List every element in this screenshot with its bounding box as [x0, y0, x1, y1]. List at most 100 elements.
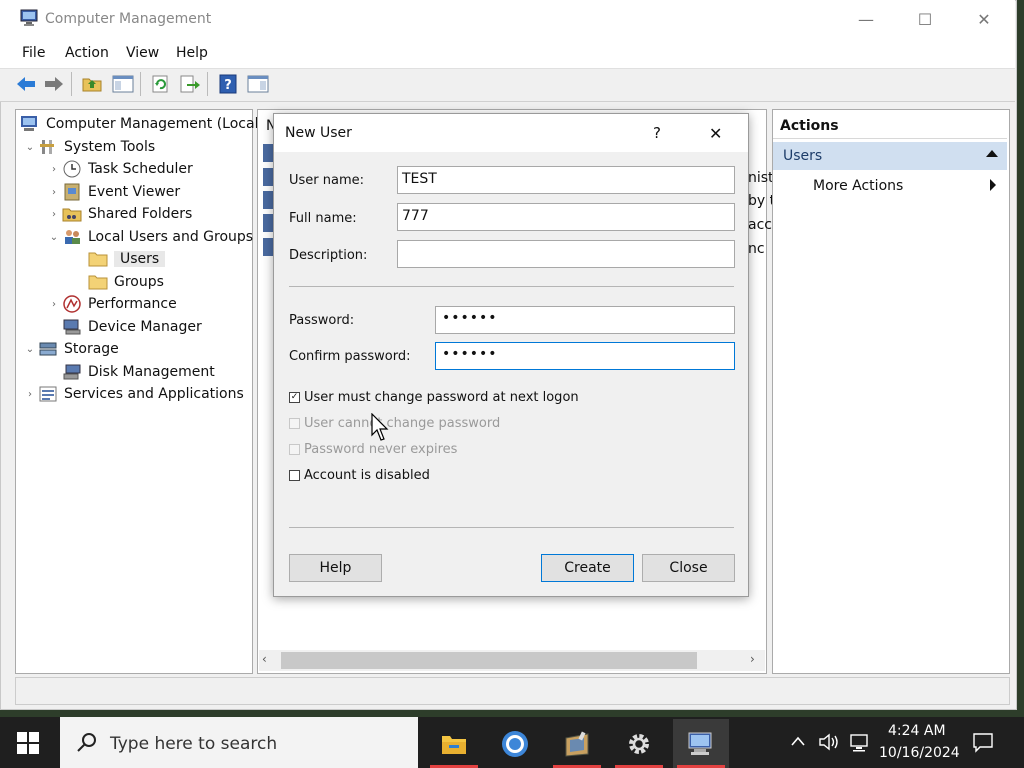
chevron-right-icon[interactable]: ›	[46, 209, 62, 220]
scrollbar-thumb[interactable]	[281, 652, 697, 669]
checkbox-unchecked[interactable]	[289, 469, 300, 481]
help-button[interactable]: Help	[289, 554, 382, 582]
tree-label: Storage	[64, 341, 119, 357]
actions-section-users[interactable]: Users	[773, 142, 1007, 170]
tree-label: System Tools	[64, 139, 156, 155]
show-hide-action-pane-icon[interactable]	[246, 72, 270, 96]
checkbox-label: Account is disabled	[304, 467, 430, 483]
tree-item-disk-management[interactable]: Disk Management	[46, 361, 215, 383]
checkbox-label: User cannot change password	[304, 415, 501, 431]
windows-start-icon[interactable]	[16, 731, 40, 759]
scroll-right-icon[interactable]: ›	[750, 652, 755, 666]
tree-label: Groups	[114, 274, 164, 290]
tree-label-selected: Users	[114, 251, 166, 267]
clock-date[interactable]: 10/16/2024	[879, 745, 960, 761]
chevron-down-icon[interactable]: ⌄	[22, 344, 38, 355]
actions-section-label: Users	[783, 148, 823, 164]
tree-item-groups[interactable]: Groups	[72, 271, 164, 293]
tree-item-services-apps[interactable]: › Services and Applications	[22, 383, 244, 405]
checkbox-label: Password never expires	[304, 441, 458, 457]
svg-text:?: ?	[224, 78, 232, 93]
tree-item-device-manager[interactable]: Device Manager	[46, 316, 202, 338]
console-tree[interactable]: Computer Management (Local) ⌄ System Too…	[15, 109, 264, 674]
tree-item-shared-folders[interactable]: › Shared Folders	[46, 203, 192, 225]
submenu-arrow-icon[interactable]	[990, 179, 996, 191]
confirm-password-field[interactable]: ••••••	[435, 342, 735, 370]
tree-item-system-tools[interactable]: ⌄ System Tools	[22, 136, 155, 158]
confirm-password-label: Confirm password:	[289, 349, 411, 364]
checkbox-label: User must change password at next logon	[304, 389, 579, 405]
tree-item-storage[interactable]: ⌄ Storage	[22, 338, 119, 360]
chrome-icon[interactable]	[487, 719, 543, 768]
password-field[interactable]: ••••••	[435, 306, 735, 334]
forward-arrow-icon[interactable]	[42, 72, 66, 96]
checkbox-checked[interactable]: ✓	[289, 391, 300, 403]
menu-action[interactable]: Action	[65, 45, 109, 61]
fullname-label: Full name:	[289, 211, 357, 226]
chevron-right-icon[interactable]: ›	[46, 299, 62, 310]
description-peek: nist	[748, 170, 774, 186]
description-label: Description:	[289, 248, 368, 263]
export-list-icon[interactable]	[178, 72, 202, 96]
must-change-password-option[interactable]: ✓ User must change password at next logo…	[289, 388, 579, 406]
folder-up-icon[interactable]	[80, 72, 104, 96]
description-peek: nc	[748, 241, 765, 257]
chevron-right-icon[interactable]: ›	[22, 389, 38, 400]
maximize-button[interactable]: ☐	[905, 8, 945, 32]
cannot-change-password-option: User cannot change password	[289, 414, 500, 432]
device-manager-icon	[62, 318, 82, 336]
chevron-down-icon[interactable]: ⌄	[22, 142, 38, 153]
dialog-divider	[289, 527, 734, 528]
performance-icon	[62, 295, 82, 313]
tree-item-local-users-groups[interactable]: ⌄ Local Users and Groups	[46, 226, 253, 248]
tree-item-root[interactable]: Computer Management (Local)	[20, 113, 264, 135]
chevron-down-icon[interactable]: ⌄	[46, 232, 62, 243]
chevron-right-icon[interactable]: ›	[46, 164, 62, 175]
username-field[interactable]: TEST	[397, 166, 735, 194]
more-actions-link[interactable]: More Actions	[813, 178, 903, 194]
tree-label: Event Viewer	[88, 184, 181, 200]
show-hide-console-tree-icon[interactable]	[111, 72, 135, 96]
description-peek: acc	[748, 217, 772, 233]
tray-chevron-up-icon[interactable]	[790, 735, 806, 751]
file-explorer-icon[interactable]	[426, 719, 482, 768]
tree-item-performance[interactable]: › Performance	[46, 293, 177, 315]
dialog-divider	[289, 286, 734, 287]
account-disabled-option[interactable]: Account is disabled	[289, 466, 430, 484]
clock-time[interactable]: 4:24 AM	[888, 723, 946, 739]
minimize-button[interactable]: —	[846, 8, 886, 32]
fullname-field[interactable]: 777	[397, 203, 735, 231]
menu-file[interactable]: File	[22, 45, 45, 61]
network-icon[interactable]	[848, 733, 870, 757]
toolbar-separator	[140, 72, 141, 96]
tree-label: Disk Management	[88, 364, 215, 380]
tree-item-users[interactable]: Users	[72, 248, 166, 270]
create-button[interactable]: Create	[541, 554, 634, 582]
collapse-triangle-icon[interactable]	[986, 150, 998, 157]
refresh-icon[interactable]	[149, 72, 173, 96]
back-arrow-icon[interactable]	[14, 72, 38, 96]
menu-view[interactable]: View	[126, 45, 159, 61]
settings-gear-icon[interactable]	[611, 719, 667, 768]
help-icon[interactable]: ?	[216, 72, 240, 96]
description-field[interactable]	[397, 240, 735, 268]
notification-icon[interactable]	[972, 731, 994, 757]
volume-icon[interactable]	[818, 733, 840, 755]
mouse-cursor-icon	[371, 413, 389, 441]
tree-item-task-scheduler[interactable]: › Task Scheduler	[46, 158, 193, 180]
close-window-button[interactable]: ✕	[964, 8, 1004, 32]
file-manager-icon[interactable]	[549, 719, 605, 768]
menu-help[interactable]: Help	[176, 45, 208, 61]
tree-label: Local Users and Groups	[88, 229, 254, 245]
tree-item-event-viewer[interactable]: › Event Viewer	[46, 181, 180, 203]
checkbox-disabled	[289, 443, 300, 455]
dialog-help-button[interactable]: ?	[653, 124, 661, 142]
chevron-right-icon[interactable]: ›	[46, 187, 62, 198]
tree-label: Device Manager	[88, 319, 202, 335]
disk-management-icon	[62, 363, 82, 381]
scroll-left-icon[interactable]: ‹	[262, 652, 267, 666]
dialog-close-button[interactable]: ✕	[709, 124, 722, 143]
computer-management-taskbar-icon[interactable]	[673, 719, 729, 768]
folder-icon	[88, 250, 108, 268]
close-button[interactable]: Close	[642, 554, 735, 582]
